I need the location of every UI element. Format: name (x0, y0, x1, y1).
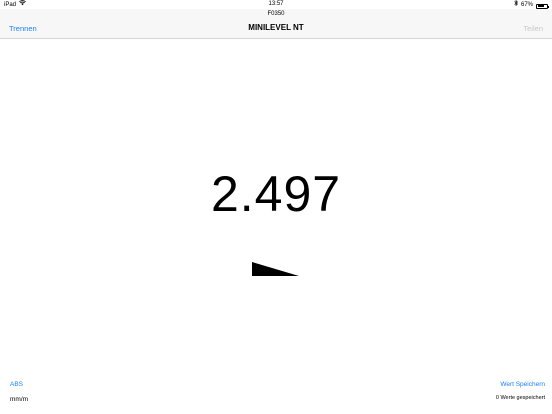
unit-label: mm/m (10, 396, 29, 403)
measurement-value: 2.497 (210, 166, 342, 222)
share-button[interactable]: Teilen (523, 24, 543, 33)
status-bar: iPad 13:57 67% (0, 0, 552, 9)
device-id: F0350 (267, 11, 285, 17)
battery-fill (537, 5, 545, 8)
save-value-button[interactable]: Wert Speichern (500, 381, 545, 388)
page-title: MINILEVEL NT (248, 23, 304, 32)
tilt-wedge-icon (250, 261, 300, 283)
saved-count: 0 Werte gespeichert (495, 395, 545, 401)
navigation-bar: F0350 Trennen MINILEVEL NT Teilen (0, 9, 552, 39)
battery-icon (536, 3, 549, 9)
status-time: 13:57 (268, 1, 284, 7)
abs-mode-button[interactable]: ABS (10, 381, 23, 388)
